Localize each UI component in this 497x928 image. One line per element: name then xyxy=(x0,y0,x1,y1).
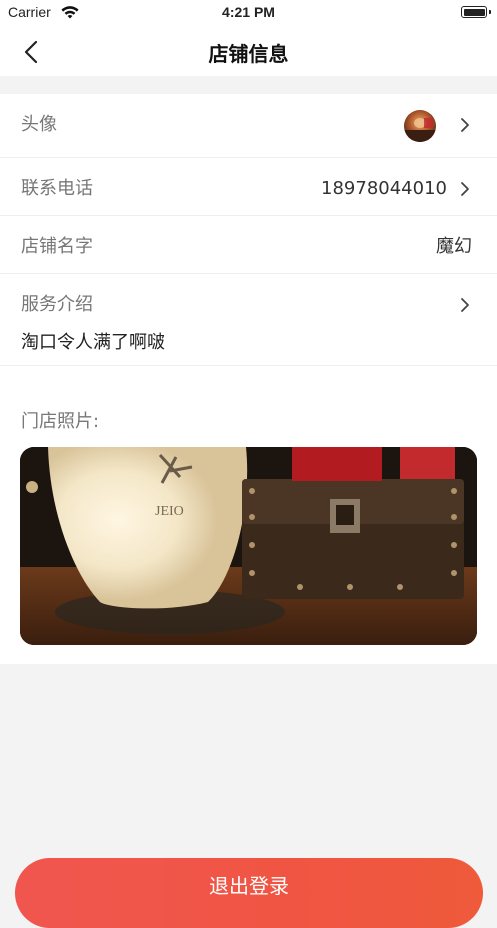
chevron-right-icon xyxy=(461,182,469,196)
service-label: 服务介绍 xyxy=(21,294,93,315)
battery-icon xyxy=(461,6,491,18)
chevron-right-icon xyxy=(461,118,469,132)
store-photos-label: 门店照片: xyxy=(21,411,100,432)
avatar-row[interactable]: 头像 xyxy=(0,94,497,158)
chevron-right-icon xyxy=(461,298,469,312)
service-row[interactable]: 服务介绍 淘口令人满了啊啵 xyxy=(0,274,497,366)
shop-name-label: 店铺名字 xyxy=(21,236,93,257)
shop-info-card: 头像 联系电话 18978044010 店铺名字 魔幻 服务介绍 淘口令人满了啊… xyxy=(0,94,497,664)
svg-text:JEIO: JEIO xyxy=(155,504,184,519)
service-description: 淘口令人满了啊啵 xyxy=(21,332,165,353)
navigation-bar: 店铺信息 xyxy=(0,26,497,76)
phone-row[interactable]: 联系电话 18978044010 xyxy=(0,158,497,216)
phone-value: 18978044010 xyxy=(321,178,447,199)
shop-name-value: 魔幻 xyxy=(436,236,472,257)
clock: 4:21 PM xyxy=(222,4,275,20)
phone-label: 联系电话 xyxy=(21,178,93,199)
logout-button[interactable]: 退出登录 xyxy=(15,858,483,928)
status-bar: Carrier 4:21 PM xyxy=(0,0,497,26)
shop-name-row: 店铺名字 魔幻 xyxy=(0,216,497,274)
page-title: 店铺信息 xyxy=(208,42,289,66)
avatar[interactable] xyxy=(404,110,436,142)
store-photo[interactable]: JEIO xyxy=(20,447,477,645)
avatar-label: 头像 xyxy=(21,114,57,135)
